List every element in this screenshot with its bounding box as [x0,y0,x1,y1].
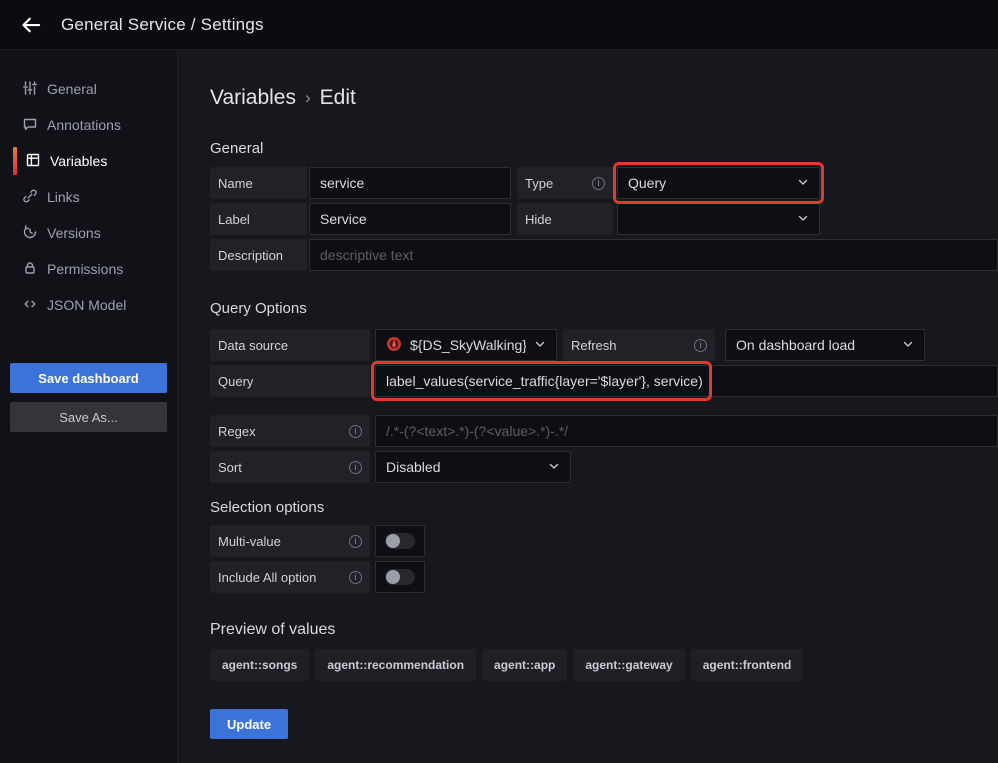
chevron-down-icon [548,459,560,475]
regex-label: Regexi [210,415,370,447]
preview-value-chip: agent::songs [210,649,309,681]
multi-value-label: Multi-valuei [210,525,370,557]
settings-sidebar: General Annotations Variables Links Vers… [0,50,178,763]
sidebar-item-label: Versions [47,225,101,241]
active-indicator [13,147,17,175]
sidebar-item-links[interactable]: Links [0,179,177,215]
hide-label: Hide [517,203,613,235]
skywalking-datasource-icon [386,336,402,355]
sort-label: Sorti [210,451,370,483]
sidebar-item-label: Permissions [47,261,123,277]
label-input[interactable] [309,203,511,235]
name-label: Name [210,167,307,199]
info-icon: i [349,571,362,584]
toggle-knob [386,534,400,548]
sidebar-item-label: Annotations [47,117,121,133]
preview-value-chip: agent::frontend [691,649,804,681]
sort-row: Sorti Disabled [210,451,998,483]
include-all-toggle[interactable] [375,561,425,593]
save-dashboard-button[interactable]: Save dashboard [10,363,167,393]
grid-icon [25,152,41,171]
regex-row: Regexi [210,415,998,447]
name-type-row: Name Typei Query [210,167,998,199]
chevron-down-icon [797,175,809,191]
info-icon: i [349,535,362,548]
query-options-heading: Query Options [210,300,998,317]
chevron-down-icon [534,337,546,353]
comment-icon [22,116,38,135]
data-source-label: Data source [210,329,370,361]
sidebar-item-variables[interactable]: Variables [0,143,177,179]
sliders-icon [22,80,38,99]
info-icon: i [349,461,362,474]
history-icon [22,224,38,243]
top-header: General Service / Settings [0,0,998,50]
breadcrumb: Variables › Edit [210,86,998,110]
chevron-down-icon [902,337,914,353]
variables-edit-panel: Variables › Edit General Name Typei Quer… [178,50,998,763]
multi-value-row: Multi-valuei [210,525,998,557]
preview-heading: Preview of values [210,621,998,639]
data-source-select[interactable]: ${DS_SkyWalking} [375,329,557,361]
data-source-row: Data source ${DS_SkyWalking} Refreshi On… [210,329,998,361]
back-arrow-icon[interactable] [18,12,44,38]
query-label: Query [210,365,370,397]
toggle-track [385,533,415,549]
chevron-down-icon [797,211,809,227]
selection-options-heading: Selection options [210,499,998,516]
update-button[interactable]: Update [210,709,288,739]
refresh-label: Refreshi [563,329,715,361]
toggle-track [385,569,415,585]
link-icon [22,188,38,207]
preview-value-chip: agent::gateway [573,649,684,681]
sidebar-item-versions[interactable]: Versions [0,215,177,251]
multi-value-toggle[interactable] [375,525,425,557]
include-all-label: Include All optioni [210,561,370,593]
save-as-button[interactable]: Save As... [10,402,167,432]
query-row: Query [210,365,998,397]
refresh-select[interactable]: On dashboard load [725,329,925,361]
sidebar-item-json-model[interactable]: JSON Model [0,287,177,323]
info-icon: i [349,425,362,438]
description-row: Description [210,239,998,271]
breadcrumb-page: Edit [320,86,356,110]
preview-values: agent::songs agent::recommendation agent… [210,649,998,681]
sidebar-item-label: Links [47,189,80,205]
page-title: General Service / Settings [61,15,264,35]
preview-value-chip: agent::app [482,649,567,681]
regex-input[interactable] [375,415,998,447]
label-label: Label [210,203,307,235]
query-input[interactable] [375,365,998,397]
toggle-knob [386,570,400,584]
info-icon: i [694,339,707,352]
sidebar-item-general[interactable]: General [0,71,177,107]
general-section-heading: General [210,140,998,157]
type-select[interactable]: Query [617,167,820,199]
hide-select[interactable] [617,203,820,235]
sidebar-item-label: General [47,81,97,97]
label-hide-row: Label Hide [210,203,998,235]
code-icon [22,296,38,315]
name-input[interactable] [309,167,511,199]
preview-value-chip: agent::recommendation [315,649,476,681]
sidebar-item-permissions[interactable]: Permissions [0,251,177,287]
sidebar-item-label: JSON Model [47,297,126,313]
include-all-row: Include All optioni [210,561,998,593]
description-input[interactable] [309,239,998,271]
info-icon: i [592,177,605,190]
sidebar-item-annotations[interactable]: Annotations [0,107,177,143]
lock-icon [22,260,38,279]
breadcrumb-section[interactable]: Variables [210,86,296,110]
breadcrumb-separator-icon: › [305,88,311,108]
sidebar-item-label: Variables [50,153,107,169]
sort-select[interactable]: Disabled [375,451,571,483]
type-label: Typei [517,167,613,199]
description-label: Description [210,239,307,271]
